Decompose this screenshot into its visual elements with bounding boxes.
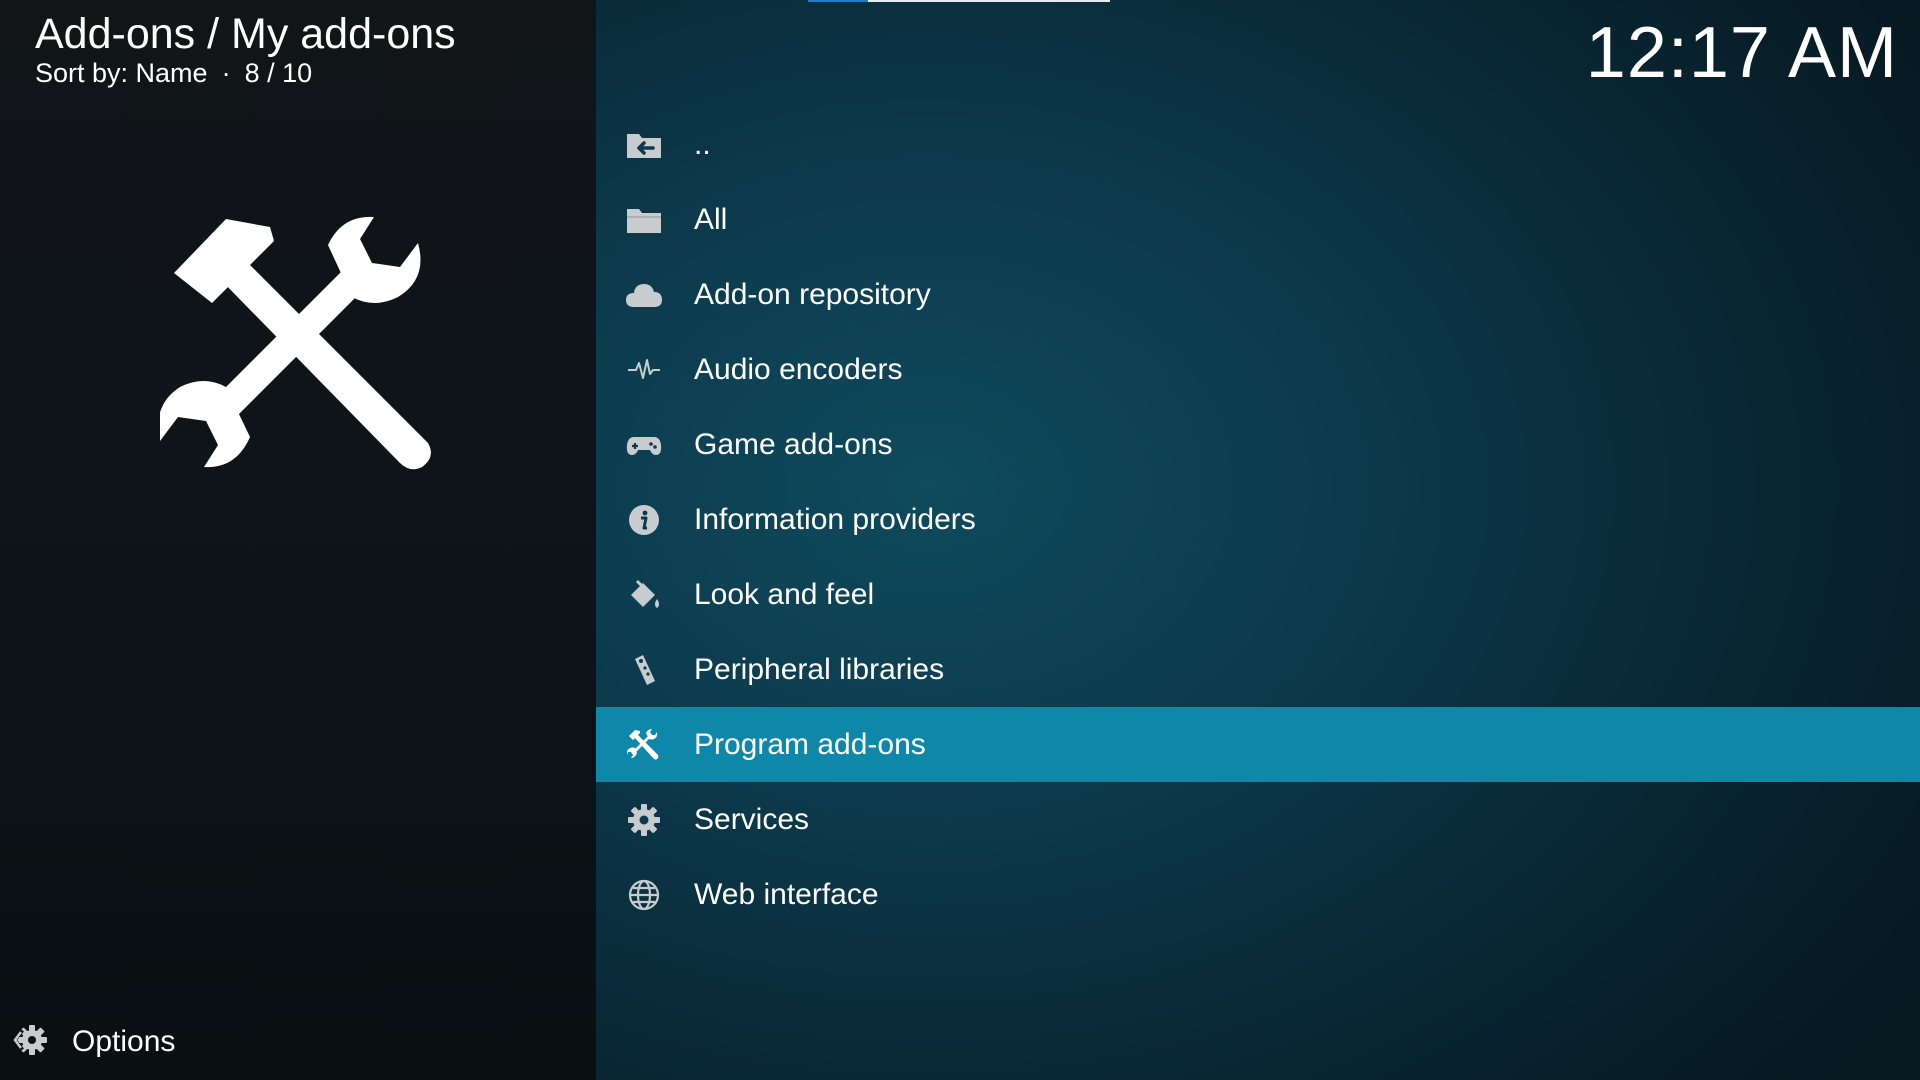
list-item-label: .. <box>694 127 711 161</box>
list-item-label: Look and feel <box>694 577 875 611</box>
list-item-parent[interactable]: .. <box>596 107 1920 182</box>
list-item-label: Program add-ons <box>694 727 926 761</box>
info-icon <box>624 500 664 540</box>
list-item-game-addons[interactable]: Game add-ons <box>596 407 1920 482</box>
globe-icon <box>624 875 664 915</box>
tools-icon <box>624 725 664 765</box>
separator: · <box>221 58 231 88</box>
paint-bucket-icon <box>624 575 664 615</box>
list-item-addon-repository[interactable]: Add-on repository <box>596 257 1920 332</box>
list-item-label: Game add-ons <box>694 427 893 461</box>
list-item-peripheral-libraries[interactable]: Peripheral libraries <box>596 632 1920 707</box>
sort-label: Sort by: Name <box>35 58 208 88</box>
list-item-label: Web interface <box>694 877 879 911</box>
waveform-icon <box>624 350 664 390</box>
list-item-label: Add-on repository <box>694 277 931 311</box>
tools-icon <box>158 205 460 485</box>
gamepad-icon <box>624 425 664 465</box>
list-item-label: Information providers <box>694 502 976 536</box>
options-icon <box>10 1023 48 1062</box>
list-item-label: Peripheral libraries <box>694 652 945 686</box>
list-item-label: Audio encoders <box>694 352 903 386</box>
clock: 12:17 AM <box>1585 13 1898 93</box>
kodi-addons-screen: Add-ons / My add-ons Sort by: Name · 8 / 1… <box>0 0 1920 1080</box>
gear-icon <box>624 800 664 840</box>
remote-icon <box>624 650 664 690</box>
list-item-audio-encoders[interactable]: Audio encoders <box>596 332 1920 407</box>
list-item-label: All <box>694 202 728 236</box>
list-item-all[interactable]: All <box>596 182 1920 257</box>
top-progress-bar <box>808 0 1110 2</box>
options-label: Options <box>72 1025 176 1058</box>
list-item-label: Services <box>694 802 810 836</box>
list-item-services[interactable]: Services <box>596 782 1920 857</box>
list-item-web-interface[interactable]: Web interface <box>596 857 1920 932</box>
sidebar-panel <box>0 0 596 1080</box>
cloud-icon <box>624 275 664 315</box>
options-button[interactable]: Options <box>10 1022 176 1062</box>
list-item-information-providers[interactable]: Information providers <box>596 482 1920 557</box>
list-item-program-addons[interactable]: Program add-ons <box>596 707 1920 782</box>
page-title: Add-ons / My add-ons <box>35 10 456 58</box>
list-item-look-and-feel[interactable]: Look and feel <box>596 557 1920 632</box>
folder-back-icon <box>624 125 664 165</box>
category-list: .. All Add-on repository Audio encoders … <box>596 107 1920 932</box>
sort-info: Sort by: Name · 8 / 10 <box>35 56 312 90</box>
item-position: 8 / 10 <box>244 58 313 88</box>
folder-icon <box>624 200 664 240</box>
